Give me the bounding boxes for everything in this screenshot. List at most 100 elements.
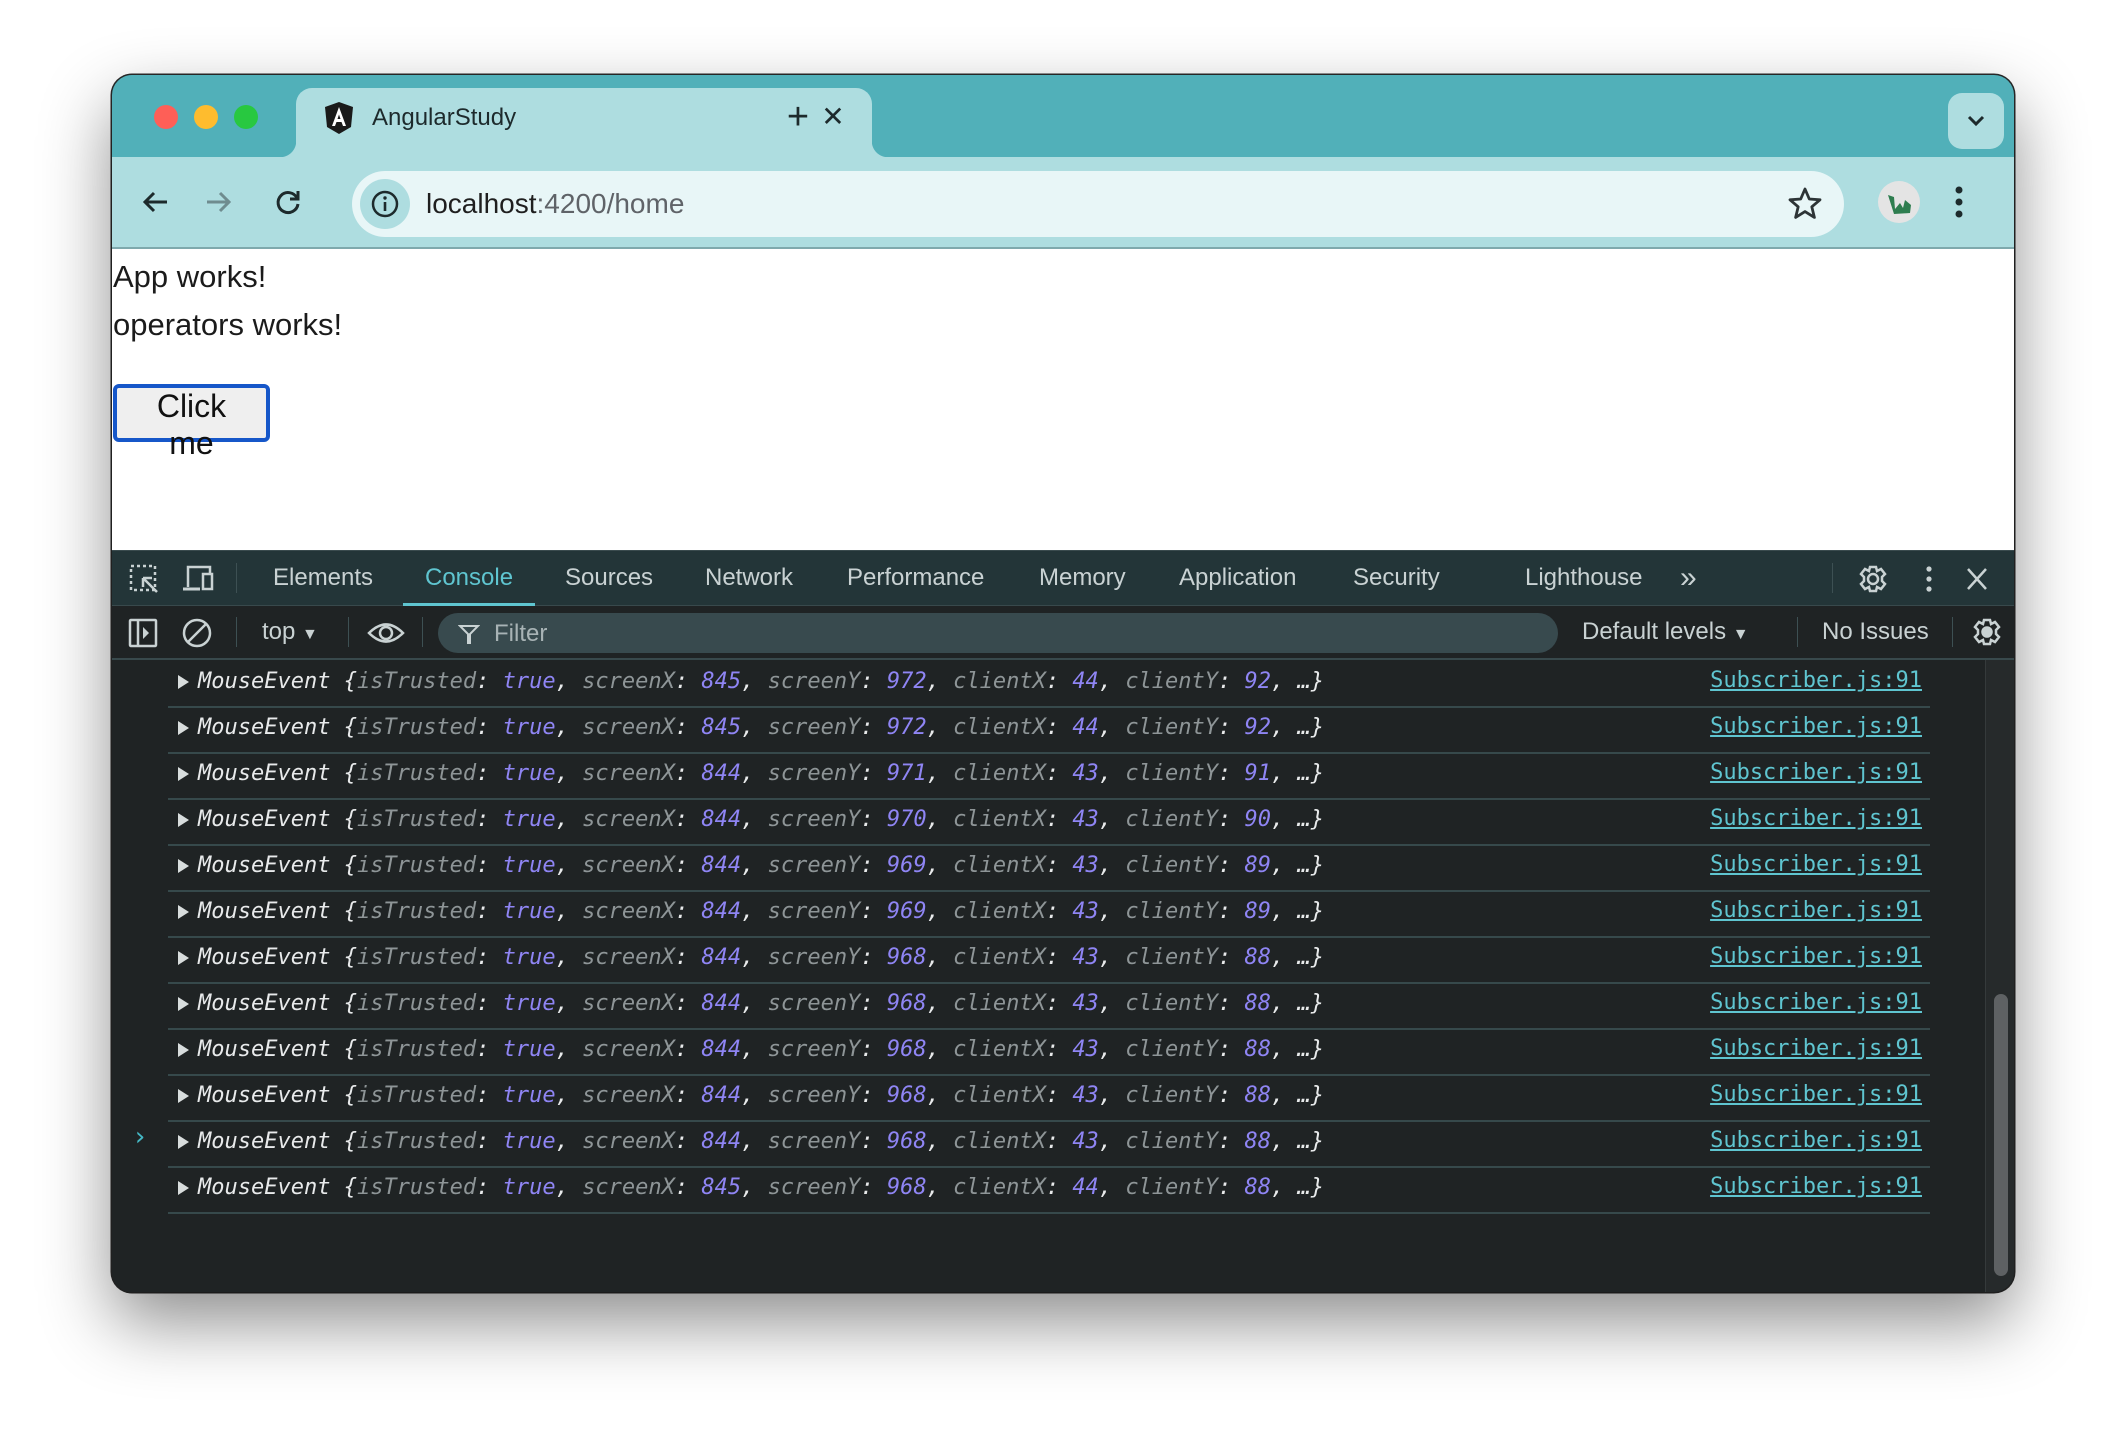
filter-input[interactable]: Filter (438, 613, 1558, 653)
expand-triangle-icon[interactable] (178, 1181, 189, 1195)
log-object-type: MouseEvent (198, 1083, 331, 1108)
kebab-menu-icon[interactable] (1944, 181, 1974, 223)
live-expression-eye-icon[interactable] (366, 616, 406, 648)
tab-network[interactable]: Network (705, 551, 793, 605)
minimize-window-button[interactable] (194, 105, 218, 129)
console-log-row[interactable]: MouseEvent {isTrusted: true, screenX: 84… (168, 936, 1930, 984)
console-log-row[interactable]: MouseEvent {isTrusted: true, screenX: 84… (168, 706, 1930, 754)
console-log-row[interactable]: MouseEvent {isTrusted: true, screenX: 84… (168, 660, 1930, 708)
source-link[interactable]: Subscriber.js:91 (1710, 1174, 1922, 1199)
punctuation: { (330, 669, 357, 694)
issues-counter[interactable]: No Issues (1822, 618, 1929, 646)
close-devtools-icon[interactable] (1960, 563, 1994, 595)
punctuation: , (926, 807, 954, 832)
log-value-clienty: 88 (1244, 1129, 1272, 1154)
punctuation: : (860, 1175, 887, 1200)
console-log-row[interactable]: MouseEvent {isTrusted: true, screenX: 84… (168, 1120, 1930, 1168)
console-settings-gear-icon[interactable] (1970, 616, 2004, 648)
expand-triangle-icon[interactable] (178, 813, 189, 827)
more-tabs-icon[interactable]: » (1680, 551, 1697, 605)
punctuation: : (1218, 1175, 1245, 1200)
console-prompt[interactable]: › (132, 1122, 148, 1152)
punctuation: { (330, 945, 357, 970)
punctuation: , (741, 1175, 768, 1200)
expand-triangle-icon[interactable] (178, 1089, 189, 1103)
punctuation: : (1045, 1083, 1073, 1108)
punctuation: , (741, 669, 768, 694)
reload-button[interactable] (266, 180, 310, 224)
address-bar[interactable]: localhost:4200/home (352, 171, 1844, 237)
star-icon[interactable] (1786, 185, 1824, 223)
context-selector[interactable]: top ▼ (262, 618, 318, 646)
source-link[interactable]: Subscriber.js:91 (1710, 806, 1922, 831)
console-log-row[interactable]: MouseEvent {isTrusted: true, screenX: 84… (168, 798, 1930, 846)
tab-security[interactable]: Security (1353, 551, 1440, 605)
console-log-row[interactable]: MouseEvent {isTrusted: true, screenX: 84… (168, 1074, 1930, 1122)
devtools-menu-icon[interactable] (1912, 563, 1946, 595)
tab-console[interactable]: Console (402, 551, 536, 607)
tab-lighthouse[interactable]: Lighthouse (1525, 551, 1642, 605)
log-value-istrusted: true (502, 1129, 556, 1154)
tab-application[interactable]: Application (1179, 551, 1296, 605)
source-link[interactable]: Subscriber.js:91 (1710, 990, 1922, 1015)
tab-close-icon[interactable]: ✕ (816, 100, 850, 134)
log-levels-dropdown[interactable]: Default levels ▼ (1582, 618, 1749, 646)
expand-triangle-icon[interactable] (178, 951, 189, 965)
tab-search-button[interactable] (1948, 93, 2004, 149)
punctuation: : (476, 899, 503, 924)
app-works-text: App works! (113, 259, 267, 294)
expand-triangle-icon[interactable] (178, 767, 189, 781)
source-link[interactable]: Subscriber.js:91 (1710, 760, 1922, 785)
source-link[interactable]: Subscriber.js:91 (1710, 668, 1922, 693)
tab-memory[interactable]: Memory (1039, 551, 1126, 605)
source-link[interactable]: Subscriber.js:91 (1710, 1082, 1922, 1107)
source-link[interactable]: Subscriber.js:91 (1710, 944, 1922, 969)
console-scrollbar[interactable] (1985, 660, 2014, 1292)
settings-gear-icon[interactable] (1856, 563, 1890, 595)
expand-triangle-icon[interactable] (178, 721, 189, 735)
log-value-clienty: 91 (1244, 761, 1272, 786)
log-value-screenx: 845 (701, 669, 742, 694)
source-link[interactable]: Subscriber.js:91 (1710, 852, 1922, 877)
expand-triangle-icon[interactable] (178, 997, 189, 1011)
site-info-button[interactable] (360, 179, 410, 229)
console-log-row[interactable]: MouseEvent {isTrusted: true, screenX: 84… (168, 982, 1930, 1030)
click-me-button[interactable]: Click me (113, 384, 270, 461)
console-log-row[interactable]: MouseEvent {isTrusted: true, screenX: 84… (168, 1028, 1930, 1076)
log-value-clientx: 43 (1072, 761, 1099, 786)
clear-console-icon[interactable] (180, 616, 214, 648)
maximize-window-button[interactable] (234, 105, 258, 129)
expand-triangle-icon[interactable] (178, 675, 189, 689)
expand-triangle-icon[interactable] (178, 1135, 189, 1149)
new-tab-button[interactable]: + (776, 95, 820, 139)
console-log-row[interactable]: MouseEvent {isTrusted: true, screenX: 84… (168, 844, 1930, 892)
punctuation: : (476, 1129, 503, 1154)
log-value-clienty: 89 (1244, 899, 1272, 924)
log-value-screeny: 972 (886, 715, 927, 740)
source-link[interactable]: Subscriber.js:91 (1710, 898, 1922, 923)
forward-button[interactable] (196, 180, 240, 224)
tab-performance[interactable]: Performance (847, 551, 984, 605)
scrollbar-thumb[interactable] (1994, 994, 2008, 1276)
back-button[interactable] (134, 180, 178, 224)
punctuation: : (476, 715, 503, 740)
console-log-row[interactable]: MouseEvent {isTrusted: true, screenX: 84… (168, 890, 1930, 938)
tab-elements[interactable]: Elements (273, 551, 373, 605)
inspect-element-icon[interactable] (128, 563, 162, 595)
punctuation: : (476, 1037, 503, 1062)
source-link[interactable]: Subscriber.js:91 (1710, 714, 1922, 739)
expand-triangle-icon[interactable] (178, 859, 189, 873)
url-host: localhost (426, 188, 537, 219)
expand-triangle-icon[interactable] (178, 905, 189, 919)
expand-triangle-icon[interactable] (178, 1043, 189, 1057)
avatar[interactable] (1878, 181, 1920, 223)
source-link[interactable]: Subscriber.js:91 (1710, 1128, 1922, 1153)
tab-sources[interactable]: Sources (565, 551, 653, 605)
device-toolbar-icon[interactable] (182, 563, 216, 595)
source-link[interactable]: Subscriber.js:91 (1710, 1036, 1922, 1061)
punctuation: …} (1297, 899, 1325, 924)
sidebar-toggle-icon[interactable] (126, 616, 160, 648)
close-window-button[interactable] (154, 105, 178, 129)
console-log-row[interactable]: MouseEvent {isTrusted: true, screenX: 84… (168, 1166, 1930, 1214)
console-log-row[interactable]: MouseEvent {isTrusted: true, screenX: 84… (168, 752, 1930, 800)
